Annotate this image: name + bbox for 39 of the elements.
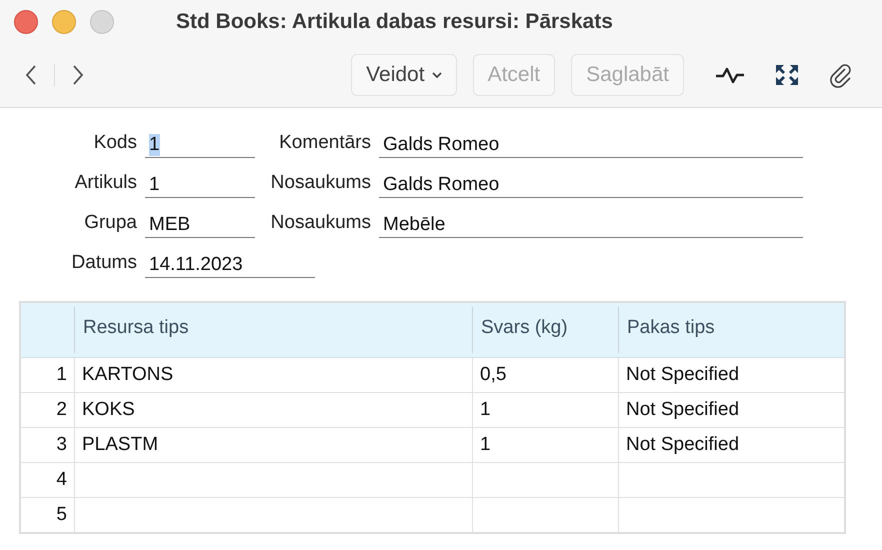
field-label: Nosaukums xyxy=(270,172,372,195)
input-field[interactable]: 14.11.2023 xyxy=(145,250,315,278)
window-title: Std Books: Artikula dabas resursi: Pārskats xyxy=(176,10,613,34)
column-header[interactable]: Pakas tips xyxy=(618,307,844,353)
chevron-icon xyxy=(432,72,442,78)
column-header[interactable]: Svars (kg) xyxy=(472,307,618,353)
input-field[interactable]: MEB xyxy=(145,210,255,238)
expand-icon[interactable] xyxy=(774,63,800,87)
table-cell: Not Specified xyxy=(626,399,740,420)
field-label: Grupa xyxy=(83,212,138,235)
forward-icon[interactable] xyxy=(71,64,85,86)
table-cell: Not Specified xyxy=(626,434,740,455)
input-field[interactable]: 1 xyxy=(145,130,255,158)
input-field[interactable]: Galds Romeo xyxy=(379,130,803,158)
close-button[interactable] xyxy=(14,10,38,34)
table-cell: PLASTM xyxy=(82,434,158,455)
table-cell: KOKS xyxy=(82,399,135,420)
input-field[interactable]: Mebēle xyxy=(379,210,803,238)
table-cell: Not Specified xyxy=(626,364,740,385)
column-header[interactable]: Resursa tips xyxy=(74,307,472,353)
row-number: 5 xyxy=(55,503,68,527)
row-number: 3 xyxy=(55,433,68,457)
field-label: Nosaukums xyxy=(270,212,372,235)
input-field[interactable]: 1 xyxy=(145,170,255,198)
input-field[interactable]: Galds Romeo xyxy=(379,170,803,198)
field-label: Komentārs xyxy=(278,132,372,155)
toolbar-button[interactable]: Veidot xyxy=(351,54,457,96)
table-cell: 1 xyxy=(480,399,491,420)
paperclip-icon[interactable] xyxy=(828,62,854,88)
table-cell: 0,5 xyxy=(480,364,506,385)
row-number: 1 xyxy=(55,363,68,387)
table-cell: 1 xyxy=(480,434,491,455)
row-number: 2 xyxy=(55,398,68,422)
field-label: Kods xyxy=(92,132,138,155)
row-number: 4 xyxy=(55,468,68,492)
table-cell: KARTONS xyxy=(82,364,174,385)
field-label: Datums xyxy=(70,252,138,275)
field-label: Artikuls xyxy=(74,172,138,195)
back-icon[interactable] xyxy=(24,64,38,86)
